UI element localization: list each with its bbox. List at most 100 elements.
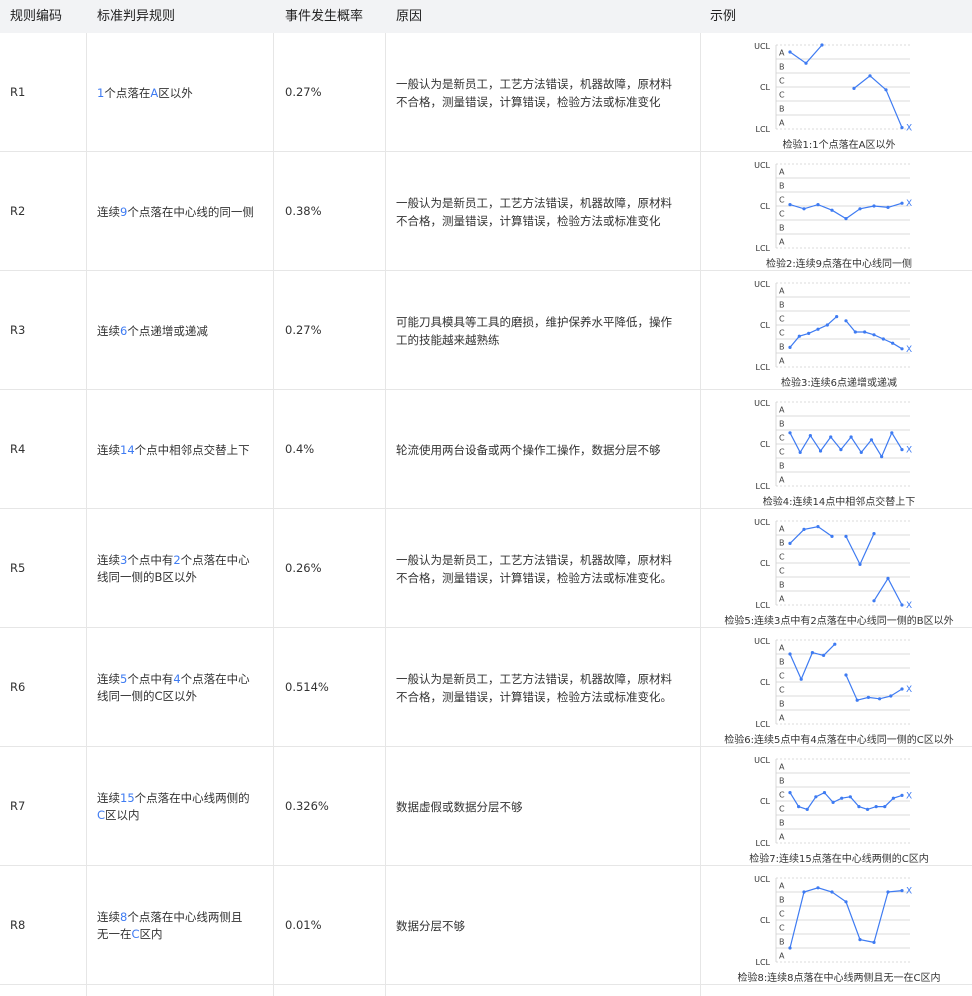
data-point [868,74,872,78]
table-row: R1 1个点落在A区以外 0.27% 一般认为是新员工，工艺方法错误，机器故障，原材料… [0,33,972,152]
limit-label-cl: CL [760,202,771,211]
zone-label: B [779,819,785,828]
data-point [883,805,887,809]
limit-label-cl: CL [760,916,771,925]
control-chart-example: A B C C B A UCL CL LCL X 检验4:连续14点中相邻点交替上下 [706,390,972,508]
reason-text: 可能刀具模具等工具的磨损，维护保养水平降低，操作 工的技能越来越熟练 [396,313,691,349]
data-point [835,315,839,319]
event-probability: 0.27% [285,85,322,99]
data-point [844,319,848,323]
limit-label-lcl: LCL [756,482,771,491]
chart-caption: 检验7:连续15点落在中心线两侧的C区内 [749,854,929,865]
data-point [808,434,812,438]
data-point [884,88,888,92]
data-point [886,205,890,209]
limit-label-cl: CL [760,678,771,687]
control-chart-svg: ABCCBAUCLCLLCLX [754,161,912,253]
data-point [830,534,834,538]
data-point [818,449,823,453]
data-point [797,334,801,338]
data-point [852,86,856,90]
table-row: R6 连续5个点中有4个点落在中心 线同一侧的C区以外 0.514% 一般认为是新员工，… [0,628,972,747]
rule-text: 无一在 [97,927,132,941]
rule-text: 线同一侧的B区以外 [97,570,197,584]
rule-description: 连续3个点中有2个点落在中心 线同一侧的B区以外 [97,552,267,586]
rule-text: 个点落在中心线两侧且 [127,910,243,924]
rule-text: 连续 [97,443,120,457]
data-point [844,900,848,904]
data-point [872,599,876,603]
reason-text: 一般认为是新员工，工艺方法错误，机器故障，原材料 不合格，测量错误，计算错误，检验… [396,75,691,111]
rule-text: 个点递增或递减 [127,324,208,338]
reason-text: 一般认为是新员工，工艺方法错误，机器故障，原材料 不合格，测量错误，计算错误，检验… [396,551,691,587]
zone-label: B [779,938,785,947]
header-code: 规则编码 [10,9,63,24]
anomaly-marker: X [906,446,912,456]
data-point [840,796,844,800]
control-chart-svg: ABCCBAUCLCLLCLX [754,280,912,372]
rule-description: 连续15个点落在中心线两侧的 C区以内 [97,790,267,824]
reason-line: 一般认为是新员工，工艺方法错误，机器故障，原材料 [396,77,672,91]
data-point [788,203,792,207]
data-point [816,203,820,207]
data-point [829,435,833,439]
data-point [820,43,824,47]
data-point [886,576,890,580]
data-point [849,435,853,439]
zone-label: C [779,686,785,695]
anomaly-marker: X [906,345,912,355]
data-point [799,677,803,681]
data-point [788,345,792,349]
data-point [874,805,878,809]
zone-label: A [779,763,785,772]
limit-label-lcl: LCL [756,125,771,134]
reason-line: 不合格，测量错误，计算错误，检验方法或标准变化。 [396,690,672,704]
data-point [872,940,876,944]
rule-text: 个点中相邻点交替上下 [134,443,250,457]
data-point [872,333,876,337]
reason-line: 不合格，测量错误，计算错误，检验方法或标准变化 [396,214,661,228]
data-point [807,331,811,335]
data-point [788,652,792,656]
data-point [872,204,876,208]
event-probability: 0.4% [285,442,315,456]
zone-label: A [779,119,785,128]
data-point [865,807,870,811]
rule-text: 个点落在中心线两侧的 [134,791,250,805]
data-point [853,330,857,334]
data-point [810,651,814,655]
data-point [880,455,884,459]
rule-description: 连续5个点中有4个点落在中心 线同一侧的C区以外 [97,671,267,705]
data-series-line [845,674,903,701]
data-point [830,890,834,894]
rule-highlight: C [131,927,140,941]
zone-label: A [779,357,785,366]
reason-line: 不合格，测量错误，计算错误，检验方法或标准变化。 [396,571,672,585]
rule-text: 个点落在中心 [180,672,250,686]
zone-label: C [779,910,785,919]
zone-label: B [779,462,785,471]
zone-label: C [779,210,785,219]
data-point [900,448,904,452]
data-point [858,938,862,942]
table-row: R5 连续3个点中有2个点落在中心 线同一侧的B区以外 0.26% 一般认为是新员工，工… [0,509,972,628]
zone-label: A [779,238,785,247]
rule-text: 个点落在中心 [180,553,250,567]
rule-highlight: 2 [173,553,181,567]
header-reason: 原因 [396,9,423,24]
limit-label-lcl: LCL [756,244,771,253]
zone-label: A [779,525,785,534]
rule-text: 区以内 [105,808,140,822]
limit-label-cl: CL [760,321,771,330]
data-point [804,61,808,65]
data-point [822,791,827,795]
limit-label-lcl: LCL [756,958,771,967]
control-chart-svg: ABCCBAUCLCLLCLX [754,756,912,848]
table-row: R2 连续9个点落在中心线的同一侧 0.38% 一般认为是新员工，工艺方法错误，机器故… [0,152,972,271]
zone-label: B [779,182,785,191]
anomaly-marker: X [906,124,912,134]
limit-label-ucl: UCL [754,518,770,527]
chart-caption: 检验1:1个点落在A区以外 [782,140,896,151]
limit-label-ucl: UCL [754,637,770,646]
zone-label: B [779,539,785,548]
